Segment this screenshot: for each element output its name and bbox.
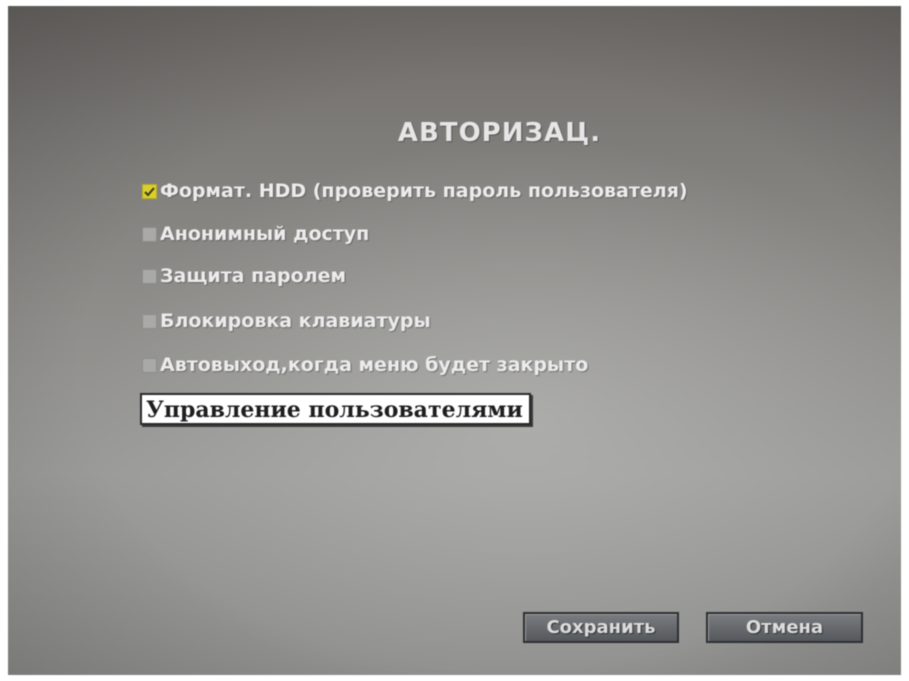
option-format-hdd[interactable]: Формат. HDD (проверить пароль пользовате…	[142, 180, 688, 202]
screen-vignette	[8, 6, 901, 675]
checkbox-unchecked-icon[interactable]	[142, 226, 157, 242]
option-password-protection[interactable]: Защита паролем	[142, 265, 346, 287]
option-auto-logout[interactable]: Автовыход,когда меню будет закрыто	[142, 354, 588, 376]
option-keyboard-lock[interactable]: Блокировка клавиатуры	[142, 310, 431, 332]
save-button[interactable]: Сохранить	[523, 612, 679, 643]
checkbox-unchecked-icon[interactable]	[142, 357, 157, 373]
option-anonymous-access[interactable]: Анонимный доступ	[142, 223, 369, 245]
option-label: Анонимный доступ	[160, 223, 370, 245]
dialog-title: АВТОРИЗАЦ.	[397, 118, 602, 148]
option-label: Защита паролем	[160, 265, 347, 287]
option-label: Блокировка клавиатуры	[160, 310, 431, 332]
checkbox-unchecked-icon[interactable]	[142, 268, 157, 284]
user-management-button[interactable]: Управление пользователями	[140, 393, 531, 425]
checkbox-unchecked-icon[interactable]	[142, 313, 157, 329]
option-label: Формат. HDD (проверить пароль пользовате…	[160, 180, 688, 202]
dvr-screen: АВТОРИЗАЦ. Формат. HDD (проверить пароль…	[8, 6, 901, 675]
checkbox-checked-icon[interactable]	[142, 183, 157, 199]
option-label: Автовыход,когда меню будет закрыто	[160, 354, 589, 376]
cancel-button[interactable]: Отмена	[706, 612, 863, 643]
